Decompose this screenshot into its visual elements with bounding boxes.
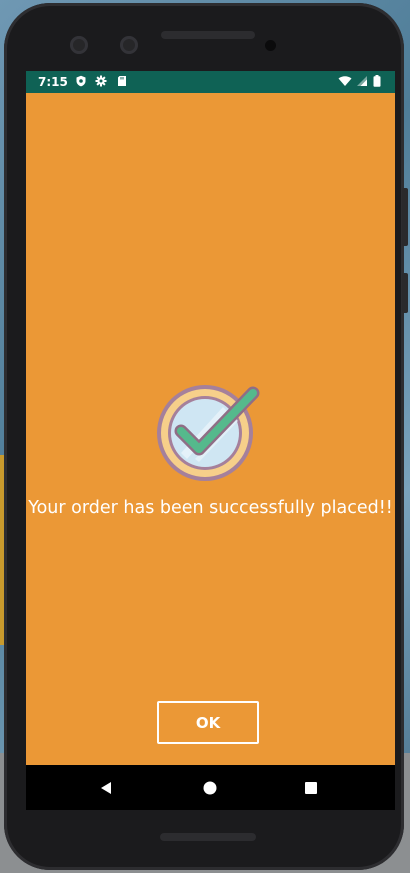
gear-icon bbox=[95, 75, 107, 87]
front-camera-icon bbox=[120, 36, 138, 54]
check-circle-icon bbox=[157, 385, 260, 481]
front-camera-icon bbox=[70, 36, 88, 54]
recents-icon bbox=[305, 781, 317, 794]
order-success-message: Your order has been successfully placed!… bbox=[28, 498, 393, 518]
ok-button[interactable]: OK bbox=[157, 701, 259, 744]
phone-frame: 7:15 Your order has been successfully pl… bbox=[4, 3, 408, 870]
order-success-content: Your order has been successfully placed!… bbox=[26, 93, 395, 765]
power-button bbox=[402, 273, 408, 313]
battery-icon bbox=[373, 75, 381, 87]
wifi-icon bbox=[338, 76, 352, 86]
navigation-bar bbox=[26, 765, 395, 810]
status-bar: 7:15 bbox=[26, 71, 395, 93]
status-time: 7:15 bbox=[38, 75, 68, 89]
home-button[interactable] bbox=[185, 765, 235, 810]
home-icon bbox=[203, 781, 217, 794]
back-icon bbox=[101, 781, 111, 794]
proximity-sensor bbox=[265, 40, 276, 51]
signal-icon bbox=[357, 76, 367, 86]
recents-button[interactable] bbox=[286, 765, 336, 810]
shield-icon bbox=[76, 75, 86, 87]
app-screen: 7:15 Your order has been successfully pl… bbox=[26, 71, 395, 810]
back-button[interactable] bbox=[81, 765, 131, 810]
bottom-speaker bbox=[160, 833, 256, 841]
volume-button bbox=[402, 188, 408, 246]
earpiece-speaker bbox=[161, 31, 255, 39]
sd-card-icon bbox=[118, 76, 126, 86]
